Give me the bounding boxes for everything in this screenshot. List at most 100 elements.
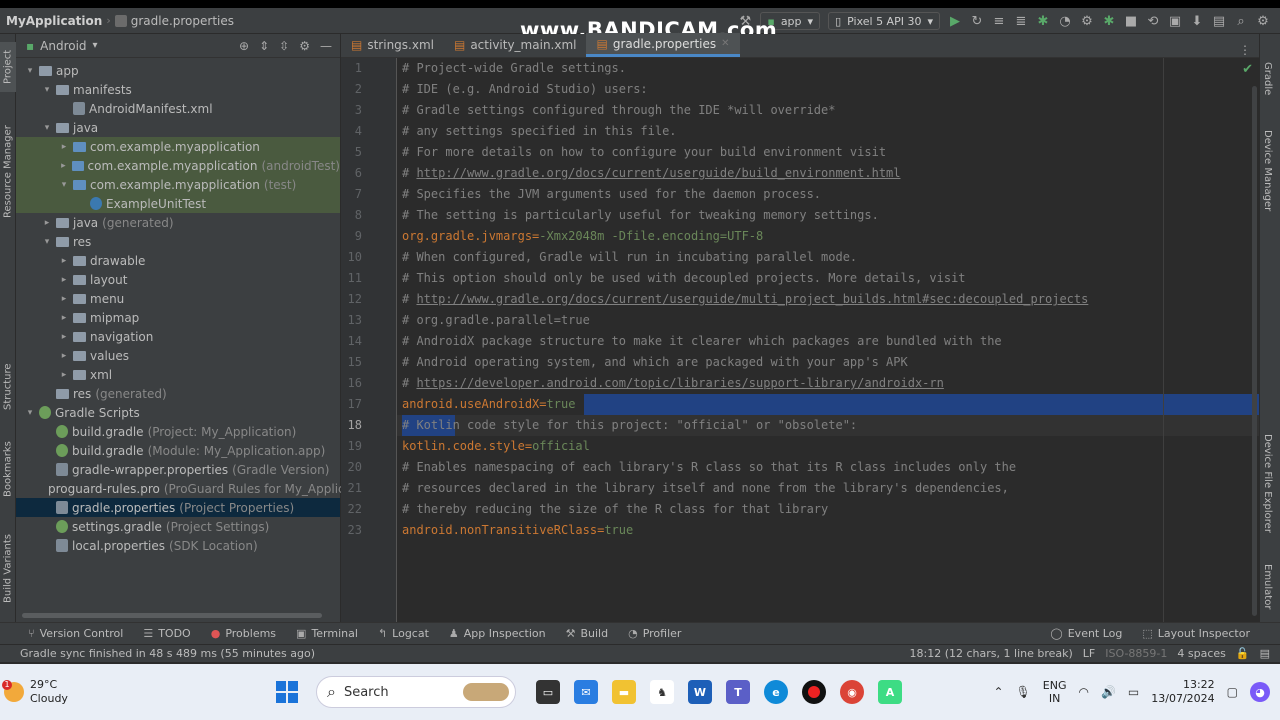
code-line[interactable]: # The setting is particularly useful for… xyxy=(397,205,1259,226)
memory-icon[interactable]: ▤ xyxy=(1260,647,1270,660)
android-studio-icon[interactable]: A xyxy=(878,680,902,704)
code-line[interactable]: # Kotlin code style for this project: "o… xyxy=(397,415,1259,436)
code-line[interactable]: # org.gradle.parallel=true xyxy=(397,310,1259,331)
volume-icon[interactable]: 🔊 xyxy=(1101,685,1116,699)
tree-item[interactable]: ▸ values xyxy=(16,346,340,365)
file-encoding[interactable]: ISO-8859-1 xyxy=(1105,647,1167,660)
stop-icon[interactable]: ■ xyxy=(1124,14,1138,29)
tree-item[interactable]: ▸ com.example.myapplication xyxy=(16,137,340,156)
device-manager-tool-tab[interactable]: Device Manager xyxy=(1262,130,1273,211)
chevron-right-icon[interactable]: ▸ xyxy=(58,332,70,342)
attach-icon[interactable]: ✱ xyxy=(1102,14,1116,29)
code-editor[interactable]: 1 2 3 4 5 6 7 8 9 10 11 12 13 14 15 16 17 18 19 20 21 22 23 # … xyxy=(341,58,1259,622)
project-view-select[interactable]: Android xyxy=(40,39,86,53)
chevron-down-icon[interactable]: ▾ xyxy=(41,123,53,133)
code-area[interactable]: # Project-wide Gradle settings. # IDE (e.… xyxy=(397,58,1259,622)
chevron-right-icon[interactable]: ▸ xyxy=(58,161,69,171)
settings-gear-icon[interactable]: ⚙ xyxy=(1256,14,1270,29)
emulator-tool-tab[interactable]: Emulator xyxy=(1262,564,1273,609)
tree-item[interactable]: ▸ xml xyxy=(16,365,340,384)
code-line[interactable]: # any settings specified in this file. xyxy=(397,121,1259,142)
chevron-right-icon[interactable]: ▸ xyxy=(58,142,70,152)
structure-tool-tab[interactable]: Structure xyxy=(0,352,16,422)
device-manager-icon[interactable]: ▣ xyxy=(1168,14,1182,29)
sync-gradle-icon[interactable]: ⟲ xyxy=(1146,14,1160,29)
code-line[interactable]: # http://www.gradle.org/docs/current/use… xyxy=(397,163,1259,184)
vertical-scrollbar[interactable] xyxy=(1252,86,1257,616)
apply-code-icon[interactable]: ≣ xyxy=(1014,14,1028,29)
attach-debugger-icon[interactable]: ⚙ xyxy=(1080,14,1094,29)
locate-icon[interactable]: ⊕ xyxy=(239,39,249,53)
tree-item[interactable]: ▸ navigation xyxy=(16,327,340,346)
code-line[interactable]: kotlin.code.style=official xyxy=(397,436,1259,457)
expand-all-icon[interactable]: ⇕ xyxy=(259,39,269,53)
code-line[interactable]: android.nonTransitiveRClass=true xyxy=(397,520,1259,541)
chevron-down-icon[interactable]: ▾ xyxy=(24,408,36,418)
build-button[interactable]: ⚒ Build xyxy=(556,627,619,640)
editor-tab[interactable]: ▤ strings.xml xyxy=(341,33,444,57)
chevron-right-icon[interactable]: ▸ xyxy=(58,256,70,266)
tree-item[interactable]: ▾ app xyxy=(16,61,340,80)
taskbar-search[interactable]: ⌕ Search xyxy=(316,676,516,708)
code-line[interactable]: # Android operating system, and which ar… xyxy=(397,352,1259,373)
tree-item[interactable]: res (generated) xyxy=(16,384,340,403)
tree-item[interactable]: AndroidManifest.xml xyxy=(16,99,340,118)
tree-item[interactable]: build.gradle (Module: My_Application.app) xyxy=(16,441,340,460)
code-line[interactable]: # Enables namespacing of each library's … xyxy=(397,457,1259,478)
tree-item[interactable]: build.gradle (Project: My_Application) xyxy=(16,422,340,441)
file-explorer-icon[interactable]: ▬ xyxy=(612,680,636,704)
build-variants-tool-tab[interactable]: Build Variants xyxy=(0,524,16,614)
indent-setting[interactable]: 4 spaces xyxy=(1177,647,1226,660)
bookmarks-tool-tab[interactable]: Bookmarks xyxy=(0,434,16,504)
caret-position[interactable]: 18:12 (12 chars, 1 line break) xyxy=(910,647,1073,660)
tree-item[interactable]: ▾ Gradle Scripts xyxy=(16,403,340,422)
logcat-button[interactable]: ↰ Logcat xyxy=(368,627,439,640)
version-control-button[interactable]: ⑂ Version Control xyxy=(0,627,133,640)
device-select[interactable]: ▯ Pixel 5 API 30 ▾ xyxy=(828,12,940,30)
chevron-right-icon[interactable]: ▸ xyxy=(58,351,70,361)
code-line[interactable]: # For more details on how to configure y… xyxy=(397,142,1259,163)
profiler-button[interactable]: ◔ Profiler xyxy=(618,627,691,640)
chevron-down-icon[interactable]: ▾ xyxy=(41,85,53,95)
tree-item[interactable]: ▸ com.example.myapplication (androidTest) xyxy=(16,156,340,175)
horizontal-scrollbar[interactable] xyxy=(22,613,322,618)
breadcrumb-project[interactable]: MyApplication xyxy=(6,14,102,28)
status-message[interactable]: Gradle sync finished in 48 s 489 ms (55 … xyxy=(20,647,315,660)
app-inspection-button[interactable]: ♟ App Inspection xyxy=(439,627,556,640)
no-problems-check-icon[interactable]: ✔ xyxy=(1242,62,1253,77)
chevron-down-icon[interactable]: ▾ xyxy=(41,237,53,247)
rerun-icon[interactable]: ↻ xyxy=(970,14,984,29)
chevron-down-icon[interactable]: ▾ xyxy=(93,40,98,51)
close-tab-icon[interactable]: ✕ xyxy=(721,38,729,49)
tree-item[interactable]: ▾ res xyxy=(16,232,340,251)
tree-item[interactable]: gradle.properties (Project Properties) xyxy=(16,498,340,517)
code-line[interactable]: # Specifies the JVM arguments used for t… xyxy=(397,184,1259,205)
profile-icon[interactable]: ◔ xyxy=(1058,14,1072,29)
chevron-down-icon[interactable]: ▾ xyxy=(58,180,70,190)
editor-tab[interactable]: ▤ gradle.properties ✕ xyxy=(586,33,740,57)
breadcrumb-file[interactable]: gradle.properties xyxy=(131,14,234,28)
lock-icon[interactable]: 🔓 xyxy=(1236,647,1250,660)
mail-icon[interactable]: ✉ xyxy=(574,680,598,704)
code-line[interactable]: # https://developer.android.com/topic/li… xyxy=(397,373,1259,394)
windows-start-icon[interactable] xyxy=(276,681,298,703)
language-indicator[interactable]: ENG IN xyxy=(1043,679,1067,705)
hide-icon[interactable]: — xyxy=(320,39,332,53)
edge-icon[interactable]: e xyxy=(764,680,788,704)
code-line[interactable]: # Gradle settings configured through the… xyxy=(397,100,1259,121)
record-icon[interactable] xyxy=(802,680,826,704)
chevron-right-icon[interactable]: ▸ xyxy=(58,275,70,285)
tree-item[interactable]: ▸ mipmap xyxy=(16,308,340,327)
tree-item[interactable]: ▸ java (generated) xyxy=(16,213,340,232)
code-line[interactable]: android.useAndroidX=true xyxy=(397,394,1259,415)
tree-item[interactable]: ▸ drawable xyxy=(16,251,340,270)
resource-manager-tool-tab[interactable]: Resource Manager xyxy=(0,112,16,232)
problems-button[interactable]: ● Problems xyxy=(201,627,286,640)
layout-inspector-button[interactable]: ⬚ Layout Inspector xyxy=(1132,627,1280,640)
code-line[interactable]: # resources declared in the library itse… xyxy=(397,478,1259,499)
apply-changes-icon[interactable]: ≡ xyxy=(992,14,1006,29)
tree-item[interactable]: local.properties (SDK Location) xyxy=(16,536,340,555)
tree-item[interactable]: ▸ menu xyxy=(16,289,340,308)
line-separator[interactable]: LF xyxy=(1083,647,1095,660)
tree-item[interactable]: ExampleUnitTest xyxy=(16,194,340,213)
